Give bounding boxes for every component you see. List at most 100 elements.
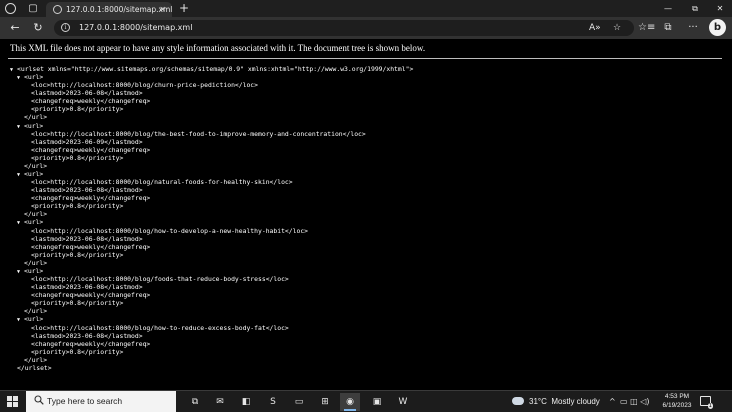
- back-button[interactable]: ←: [8, 21, 22, 35]
- url-text[interactable]: 127.0.0.1:8000/sitemap.xml: [79, 20, 192, 36]
- mail-icon[interactable]: ✉: [210, 393, 230, 411]
- workspaces-icon[interactable]: ▢: [26, 2, 40, 15]
- collapse-toggle-icon[interactable]: ▼: [17, 171, 24, 179]
- word-icon[interactable]: W: [393, 393, 413, 411]
- clock-time: 4:53 PM: [664, 393, 690, 400]
- site-info-icon[interactable]: i: [61, 23, 70, 32]
- taskbar-clock[interactable]: 4:53 PM 6/19/2023: [660, 393, 694, 410]
- collapse-toggle-icon[interactable]: ▼: [17, 268, 24, 276]
- favorite-star-icon[interactable]: ☆: [613, 20, 621, 36]
- xml-line-text: <url>: [24, 315, 44, 324]
- favorites-icon[interactable]: ☆≡: [638, 21, 655, 35]
- taskbar-search-box[interactable]: Type here to search: [26, 391, 176, 412]
- xml-line: <priority>0.8</priority>: [10, 154, 413, 162]
- page-content: This XML file does not appear to have an…: [0, 39, 732, 384]
- collapse-toggle-icon[interactable]: ▼: [17, 316, 24, 324]
- browser-tab[interactable]: 127.0.0.1:8000/sitemap.xml ✕: [46, 2, 172, 17]
- refresh-button[interactable]: ↻: [31, 21, 45, 35]
- xml-line-text: <priority>0.8</priority>: [31, 153, 124, 162]
- minimize-button[interactable]: —: [656, 0, 680, 17]
- xml-line-text: <url>: [24, 73, 44, 82]
- xml-line: <changefreq>weekly</changefreq>: [10, 146, 413, 154]
- xml-line: <priority>0.8</priority>: [10, 105, 413, 113]
- xml-line: </urlset>: [10, 364, 413, 372]
- collapse-toggle-icon[interactable]: ▼: [10, 66, 17, 74]
- xml-line: <lastmod>2023-06-08</lastmod>: [10, 283, 413, 291]
- file-explorer-icon[interactable]: ▭: [289, 393, 309, 411]
- close-window-button[interactable]: ✕: [708, 0, 732, 17]
- task-view-icon[interactable]: ⧉: [185, 393, 205, 411]
- system-tray-icons[interactable]: ▭ ◫ ◁): [620, 391, 649, 412]
- xml-line-text: <loc>http://localhost:8000/blog/the-best…: [31, 129, 366, 138]
- xml-line-text: <lastmod>2023-06-08</lastmod>: [31, 331, 143, 340]
- browser-toolbar: ← ↻ i 127.0.0.1:8000/sitemap.xml A» ☆ ☆≡…: [0, 17, 732, 39]
- weather-condition: Mostly cloudy: [551, 397, 600, 406]
- xml-line-text: </url>: [24, 113, 48, 122]
- globe-icon: [53, 5, 62, 14]
- xml-line: ▼ <url>: [10, 218, 413, 226]
- restore-button[interactable]: ⧉: [683, 0, 707, 17]
- xml-line: <changefreq>weekly</changefreq>: [10, 97, 413, 105]
- close-tab-icon[interactable]: ✕: [159, 3, 166, 16]
- tab-title: 127.0.0.1:8000/sitemap.xml: [66, 5, 173, 14]
- xml-document-tree: ▼ <urlset xmlns="http://www.sitemaps.org/…: [10, 65, 413, 372]
- xml-style-notice: This XML file does not appear to have an…: [10, 43, 426, 53]
- xml-line-text: <urlset xmlns="http://www.sitemaps.org/s…: [17, 65, 414, 73]
- tab-strip: ▢ 127.0.0.1:8000/sitemap.xml ✕ + — ⧉ ✕: [0, 0, 732, 17]
- taskbar: Type here to search ⧉ ✉ ◧ S ▭ ⊞ ◉ ▣ W 31°C Mostl…: [0, 390, 732, 412]
- windows-start-icon[interactable]: [7, 396, 19, 408]
- xml-line: ▼ <url>: [10, 73, 413, 81]
- clock-date: 6/19/2023: [662, 401, 692, 409]
- profile-icon[interactable]: [5, 3, 16, 14]
- xml-line-text: <priority>0.8</priority>: [31, 202, 124, 211]
- xml-line: <lastmod>2023-06-08</lastmod>: [10, 186, 413, 194]
- xml-line-text: <changefreq>weekly</changefreq>: [31, 339, 151, 348]
- active-app-indicator: [344, 409, 356, 411]
- app-icon[interactable]: S: [263, 393, 283, 411]
- bing-chat-icon[interactable]: b: [709, 19, 726, 36]
- collections-icon[interactable]: ⧉: [661, 21, 675, 35]
- xml-line-text: <lastmod>2023-06-08</lastmod>: [31, 89, 143, 98]
- xml-line: <lastmod>2023-06-08</lastmod>: [10, 332, 413, 340]
- collapse-toggle-icon[interactable]: ▼: [17, 219, 24, 227]
- xml-line: <changefreq>weekly</changefreq>: [10, 243, 413, 251]
- show-hidden-icons-chevron[interactable]: ^: [609, 391, 616, 412]
- xml-line-text: <lastmod>2023-06-09</lastmod>: [31, 137, 143, 146]
- xml-line-text: <priority>0.8</priority>: [31, 347, 124, 356]
- new-tab-button[interactable]: +: [177, 2, 191, 15]
- xml-line-text: </url>: [24, 307, 48, 316]
- notification-center-icon[interactable]: 1: [700, 396, 713, 409]
- xml-line: </url>: [10, 307, 413, 315]
- xml-line-text: </url>: [24, 161, 48, 170]
- xml-line-text: <loc>http://localhost:8000/blog/how-to-r…: [31, 323, 289, 332]
- xml-line-text: <changefreq>weekly</changefreq>: [31, 145, 151, 154]
- weather-widget[interactable]: 31°C Mostly cloudy: [512, 391, 600, 412]
- xml-line: ▼ <url>: [10, 122, 413, 130]
- search-placeholder: Type here to search: [47, 396, 123, 406]
- xml-line-text: </url>: [24, 210, 48, 219]
- xml-line-text: <priority>0.8</priority>: [31, 250, 124, 259]
- xml-line: <loc>http://localhost:8000/blog/foods-th…: [10, 275, 413, 283]
- collapse-toggle-icon[interactable]: ▼: [17, 123, 24, 131]
- xml-line-text: <changefreq>weekly</changefreq>: [31, 291, 151, 300]
- more-options-icon[interactable]: ···: [686, 21, 700, 35]
- collapse-toggle-icon[interactable]: ▼: [17, 74, 24, 82]
- xml-line-text: <loc>http://localhost:8000/blog/foods-th…: [31, 275, 289, 284]
- xml-line: ▼ <url>: [10, 315, 413, 323]
- store-icon[interactable]: ⊞: [315, 393, 335, 411]
- address-bar[interactable]: i 127.0.0.1:8000/sitemap.xml A» ☆: [54, 20, 634, 36]
- xml-line: ▼ <url>: [10, 170, 413, 178]
- read-aloud-icon[interactable]: A»: [589, 20, 601, 36]
- cloud-icon: [512, 397, 524, 405]
- xml-line: </url>: [10, 259, 413, 267]
- xml-line-text: <url>: [24, 266, 44, 275]
- app-icon[interactable]: ▣: [367, 393, 387, 411]
- xml-line: <lastmod>2023-06-08</lastmod>: [10, 235, 413, 243]
- xml-line: <loc>http://localhost:8000/blog/how-to-r…: [10, 324, 413, 332]
- edge-icon[interactable]: ◉: [340, 393, 360, 411]
- xml-line-text: <priority>0.8</priority>: [31, 105, 124, 114]
- xml-line: <loc>http://localhost:8000/blog/how-to-d…: [10, 227, 413, 235]
- xml-line-text: <loc>http://localhost:8000/blog/natural-…: [31, 178, 293, 187]
- app-icon[interactable]: ◧: [236, 393, 256, 411]
- xml-line: <loc>http://localhost:8000/blog/the-best…: [10, 130, 413, 138]
